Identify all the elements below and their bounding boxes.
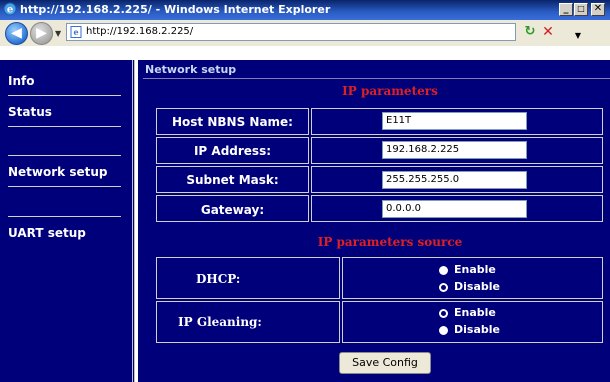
minimize-button[interactable]: _ <box>559 3 573 16</box>
sidebar-divider <box>8 216 121 217</box>
back-button[interactable]: ◀ <box>5 22 28 45</box>
ip-source-heading: IP parameters source <box>317 235 463 249</box>
page-title: Network setup <box>145 63 237 76</box>
page-icon: e <box>70 26 82 38</box>
dhcp-label: DHCP: <box>196 272 241 286</box>
option-label: Disable <box>454 323 500 336</box>
dhcp-enable-option[interactable]: Enable <box>439 263 496 276</box>
ip-address-label: IP Address: <box>193 144 272 158</box>
maximize-button[interactable]: □ <box>574 3 588 16</box>
arrow-right-icon: ▶ <box>36 25 47 41</box>
header-divider <box>143 78 610 79</box>
browser-toolbar: ◀ ▶ ▼ e http://192.168.2.225/ ▼ ↻ ✕ <box>0 20 610 47</box>
subnet-mask-input[interactable]: 255.255.255.0 <box>382 171 527 189</box>
option-label: Enable <box>454 306 496 319</box>
sidebar-divider <box>8 126 121 127</box>
refresh-icon[interactable]: ↻ <box>522 24 538 40</box>
close-button[interactable]: ✕ <box>591 3 605 16</box>
subnet-mask-label: Subnet Mask: <box>186 173 279 187</box>
ip-gleaning-disable-option[interactable]: Disable <box>439 323 500 336</box>
sidebar-item-info[interactable]: Info <box>8 74 34 88</box>
option-label: Disable <box>454 280 500 293</box>
dhcp-disable-option[interactable]: Disable <box>439 280 500 293</box>
radio-button-selected[interactable] <box>439 282 448 292</box>
title-bar: e http://192.168.2.225/ - Windows Intern… <box>0 0 610 20</box>
table-cell <box>156 257 340 299</box>
ip-address-input[interactable]: 192.168.2.225 <box>382 141 527 159</box>
address-dropdown-icon[interactable]: ▼ <box>573 28 583 44</box>
radio-button[interactable] <box>439 325 448 335</box>
ip-gleaning-label: IP Gleaning: <box>178 315 262 329</box>
forward-button[interactable]: ▶ <box>30 22 53 45</box>
gateway-label: Gateway: <box>200 203 265 217</box>
radio-button[interactable] <box>439 265 448 275</box>
internet-explorer-icon: e <box>3 2 17 16</box>
sidebar-item-uart-setup[interactable]: UART setup <box>8 226 86 240</box>
address-bar[interactable]: e http://192.168.2.225/ ▼ <box>66 23 581 41</box>
radio-button-selected[interactable] <box>439 308 448 318</box>
sidebar: Info Status Network setup UART setup <box>0 60 135 382</box>
sidebar-item-status[interactable]: Status <box>8 105 52 119</box>
host-nbns-input[interactable]: E11T <box>382 112 527 130</box>
ip-parameters-heading: IP parameters <box>342 84 438 98</box>
sidebar-item-network-setup[interactable]: Network setup <box>8 165 107 179</box>
history-dropdown-icon[interactable]: ▼ <box>55 29 61 38</box>
gateway-input[interactable]: 0.0.0.0 <box>382 200 527 218</box>
sidebar-divider <box>8 155 121 156</box>
sidebar-divider <box>8 186 121 187</box>
window-title: http://192.168.2.225/ - Windows Internet… <box>20 3 331 16</box>
save-config-button[interactable]: Save Config <box>339 352 431 374</box>
ip-gleaning-enable-option[interactable]: Enable <box>439 306 496 319</box>
svg-text:e: e <box>7 5 13 16</box>
address-url: http://192.168.2.225/ <box>86 26 194 37</box>
sidebar-divider <box>8 95 121 96</box>
host-nbns-label: Host NBNS Name: <box>172 115 293 129</box>
stop-icon[interactable]: ✕ <box>540 24 556 40</box>
arrow-left-icon: ◀ <box>11 25 22 41</box>
option-label: Enable <box>454 263 496 276</box>
svg-text:e: e <box>73 27 78 37</box>
